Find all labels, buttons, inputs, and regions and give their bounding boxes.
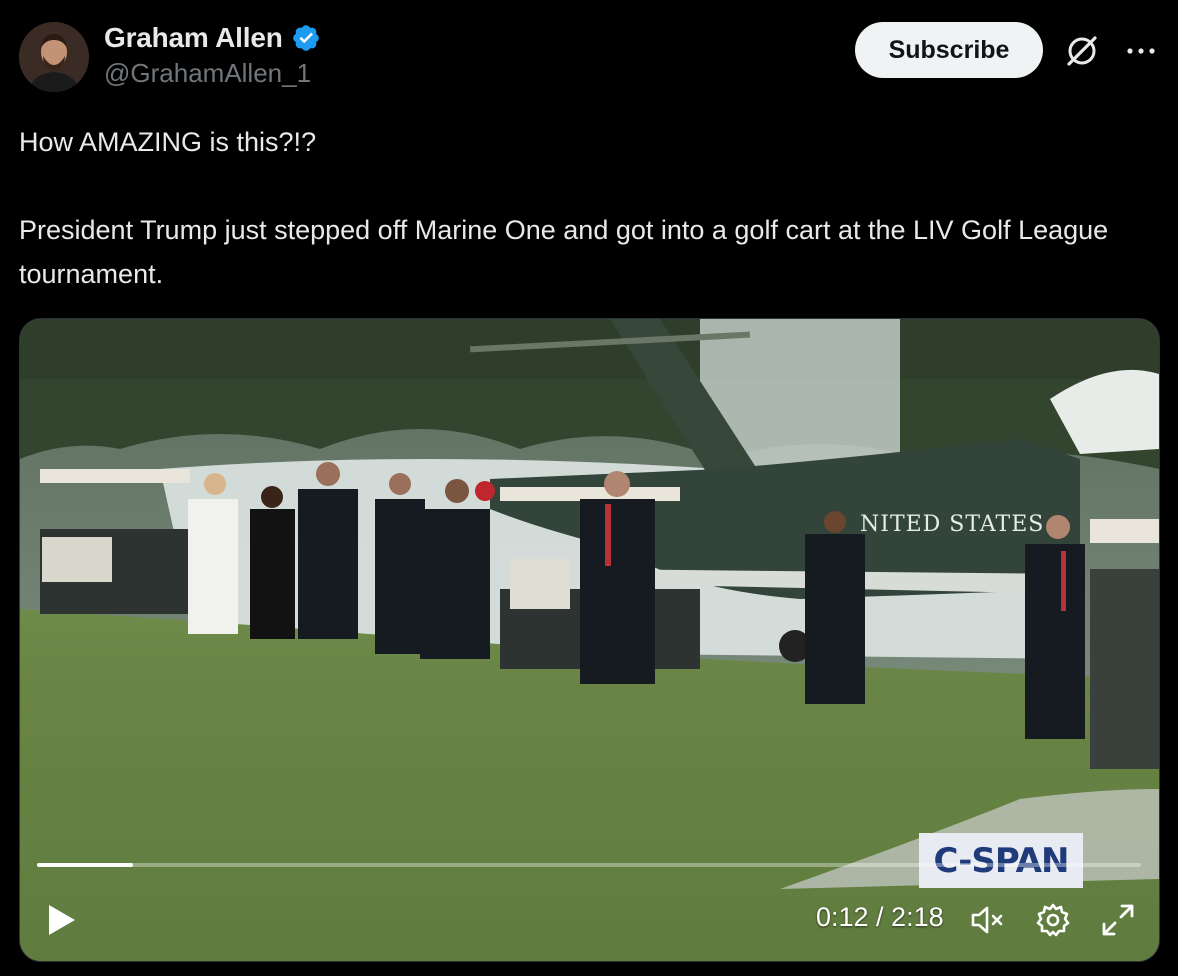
avatar[interactable] — [19, 22, 89, 92]
settings-icon[interactable] — [1035, 902, 1071, 938]
author-name[interactable]: Graham Allen — [104, 22, 283, 54]
mute-icon[interactable] — [969, 902, 1005, 938]
video-progress-fill — [37, 863, 134, 867]
helicopter-lettering: NITED STATES — [860, 512, 1044, 537]
video-time: 0:12 / 2:18 — [816, 902, 944, 932]
fullscreen-icon[interactable] — [1100, 902, 1136, 938]
tweet-text: How AMAZING is this?!? President Trump j… — [19, 127, 1109, 289]
avatar-image — [19, 22, 89, 92]
author-handle[interactable]: @GrahamAllen_1 — [104, 58, 311, 89]
more-icon[interactable] — [1124, 38, 1158, 64]
verified-badge-icon — [292, 25, 319, 51]
video-player[interactable]: NITED STATES C-SPAN 0:12 / 2:18 — [19, 318, 1160, 962]
grok-icon[interactable] — [1063, 32, 1101, 70]
cspan-watermark: C-SPAN — [919, 833, 1083, 888]
video-progress-bar[interactable] — [37, 863, 1141, 867]
subscribe-button[interactable]: Subscribe — [855, 22, 1043, 78]
play-icon[interactable] — [47, 904, 77, 936]
